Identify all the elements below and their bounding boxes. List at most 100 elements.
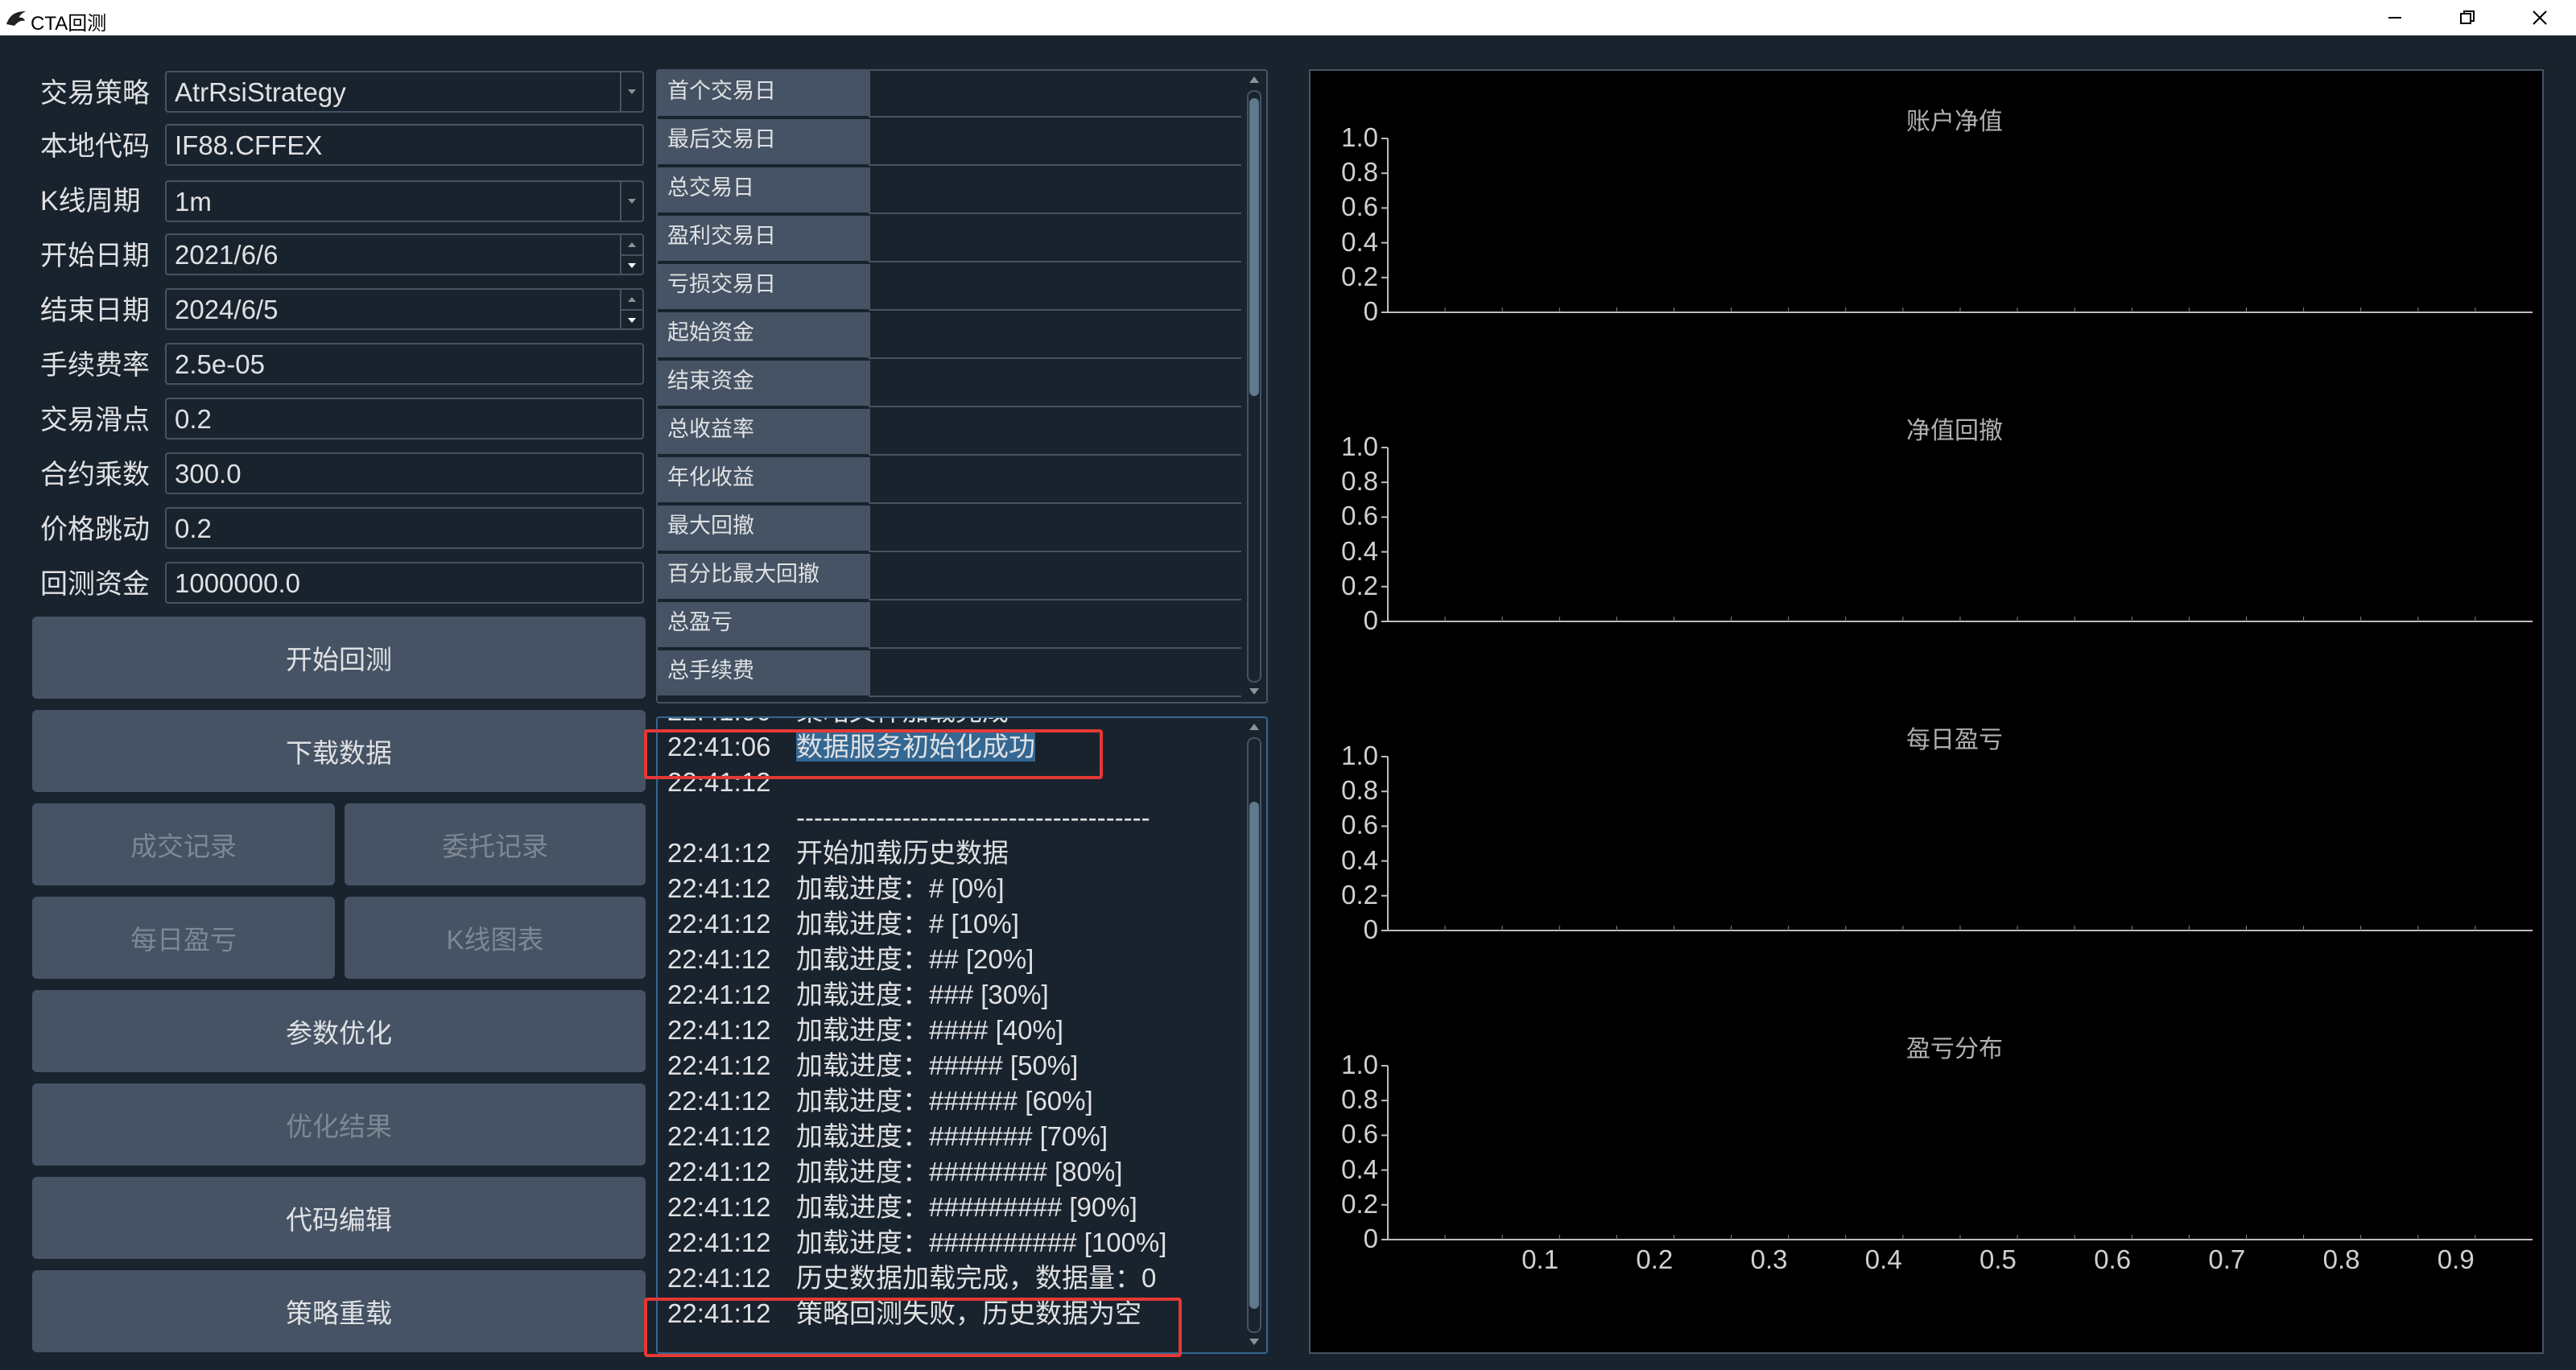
param-optimization-button[interactable]: 参数优化 [32,990,646,1072]
strategy-reload-button[interactable]: 策略重载 [32,1270,646,1352]
start-date-spinner[interactable] [620,235,642,274]
trade-records-button[interactable]: 成交记录 [32,803,335,885]
stat-value [869,505,1241,552]
start-backtest-button[interactable]: 开始回测 [32,617,646,699]
x-tick-label: 0.4 [1864,1244,1902,1274]
stat-value [869,264,1241,311]
stats-scroll-thumb[interactable] [1249,98,1259,396]
capital-input[interactable]: 1000000.0 [165,562,644,604]
y-tick-label: 0.2 [1341,570,1378,600]
minimize-icon [2388,17,2401,19]
log-text: 加载进度：## [20%] [796,944,1034,974]
slippage-label: 交易滑点 [40,405,150,435]
stats-scrollbar[interactable] [1245,74,1263,699]
log-line: 22:41:12 加载进度：# [0%] [667,871,1005,906]
scroll-up-icon[interactable] [1248,721,1261,732]
scroll-down-icon[interactable] [1248,1336,1261,1347]
log-text: 加载进度：###### [60%] [796,1086,1093,1116]
y-tick-label: 0.8 [1341,157,1378,188]
stat-row: 总盈亏 [658,602,1241,650]
interval-value: 1m [175,187,212,217]
stat-value [869,216,1241,262]
y-tick-label: 0.4 [1341,226,1378,257]
close-icon [2533,10,2547,25]
pricetick-input[interactable]: 0.2 [165,507,644,549]
end-date-spinner[interactable] [620,290,642,328]
y-tick-label: 0.8 [1341,775,1378,806]
symbol-input[interactable]: IF88.CFFEX [165,124,644,166]
y-tick-label: 1.0 [1341,122,1378,152]
y-tick-label: 0.6 [1341,192,1378,222]
strategy-combo[interactable]: AtrRsiStrategy [165,71,644,113]
log-scrollbar[interactable] [1245,721,1263,1349]
chevron-down-icon[interactable] [620,182,642,221]
highlight-box-backtest-failed [644,1298,1182,1357]
stat-row: 年化收益 [658,457,1241,505]
log-text: 加载进度：#### [40%] [796,1015,1063,1045]
restore-button[interactable] [2431,0,2504,35]
end-date-input[interactable]: 2024/6/5 [165,288,644,330]
y-tick-label: 0 [1363,914,1378,944]
stat-label: 年化收益 [658,457,869,504]
log-time: 22:41:12 [667,1263,771,1293]
fee-rate-value: 2.5e-05 [175,349,265,379]
start-date-input[interactable]: 2021/6/6 [165,233,644,275]
fee-rate-input[interactable]: 2.5e-05 [165,343,644,385]
log-time: 22:41:12 [667,1157,771,1186]
log-text: 加载进度：########## [100%] [796,1228,1167,1257]
stat-row: 起始资金 [658,312,1241,361]
optimization-result-button[interactable]: 优化结果 [32,1083,646,1166]
multiplier-input[interactable]: 300.0 [165,452,644,494]
x-tick-label: 0.8 [2322,1244,2360,1274]
log-line: 22:41:12 加载进度：### [30%] [667,977,1049,1013]
chevron-down-icon[interactable] [620,72,642,111]
spin-up-icon[interactable] [621,235,642,254]
log-scroll-thumb[interactable] [1249,802,1259,1309]
stat-value [869,361,1241,407]
log-time: 22:41:12 [667,909,771,939]
daily-pnl-button[interactable]: 每日盈亏 [32,897,335,979]
stat-row: 百分比最大回撤 [658,554,1241,602]
log-time: 22:41:12 [667,1192,771,1222]
chart-title: 净值回撤 [1906,418,2003,444]
log-line: 22:41:06策略文件加载完成 [667,718,1009,729]
order-records-button[interactable]: 委托记录 [345,803,646,885]
log-line: 22:41:12 加载进度：## [20%] [667,942,1034,977]
log-time: 22:41:12 [667,980,771,1009]
multiplier-value: 300.0 [175,459,242,489]
minimize-button[interactable] [2359,0,2431,35]
close-button[interactable] [2504,0,2576,35]
window-title: CTA回测 [31,13,107,35]
code-edit-button[interactable]: 代码编辑 [32,1177,646,1259]
stat-label: 百分比最大回撤 [658,554,869,600]
log-time: 22:41:12 [667,1228,771,1257]
interval-label: K线周期 [40,186,141,217]
interval-combo[interactable]: 1m [165,180,644,222]
capital-label: 回测资金 [40,569,150,600]
scroll-down-icon[interactable] [1248,686,1261,697]
spin-down-icon[interactable] [621,309,642,330]
log-time: 22:41:12 [667,838,771,868]
y-tick-label: 1.0 [1341,431,1378,461]
highlight-box-init-success [644,729,1103,779]
log-line: ---------------------------------------- [667,800,1150,836]
slippage-input[interactable]: 0.2 [165,398,644,439]
spin-down-icon[interactable] [621,254,642,275]
statistics-table: 首个交易日 最后交易日 总交易日 盈利交易日 亏损交易日 起始资金 结束资金 总收益率 年化收益… [656,69,1268,704]
symbol-label: 本地代码 [40,131,150,162]
end-date-label: 结束日期 [40,295,150,326]
kline-chart-button[interactable]: K线图表 [345,897,646,979]
stat-label: 盈利交易日 [658,216,869,262]
stat-value [869,71,1241,118]
scroll-up-icon[interactable] [1248,74,1261,85]
download-data-button[interactable]: 下载数据 [32,710,646,792]
stat-label: 总收益率 [658,409,869,456]
log-panel[interactable]: 22:41:06策略文件加载完成22:41:06数据服务初始化成功22:41:1… [656,716,1268,1354]
log-time: 22:41:12 [667,944,771,974]
log-text: 加载进度：# [0%] [796,873,1005,903]
y-tick-label: 0.2 [1341,879,1378,910]
spin-up-icon[interactable] [621,290,642,309]
fee-rate-label: 手续费率 [40,350,150,381]
log-text: 历史数据加载完成，数据量：0 [796,1263,1157,1293]
stat-row: 总交易日 [658,167,1241,216]
